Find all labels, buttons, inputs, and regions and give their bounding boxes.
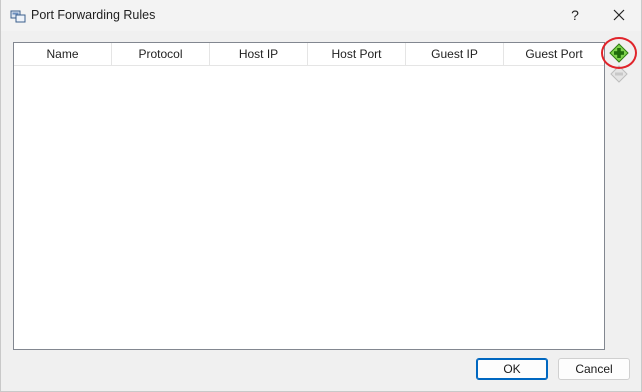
virtualbox-network-icon — [10, 10, 26, 23]
rules-table[interactable]: Name Protocol Host IP Host Port Guest IP… — [13, 42, 605, 350]
cancel-button[interactable]: Cancel — [558, 358, 630, 380]
table-header: Name Protocol Host IP Host Port Guest IP… — [14, 43, 604, 66]
column-header-host-port[interactable]: Host Port — [308, 43, 406, 65]
add-rule-button[interactable] — [608, 42, 630, 64]
column-header-guest-ip[interactable]: Guest IP — [406, 43, 504, 65]
column-header-protocol[interactable]: Protocol — [112, 43, 210, 65]
remove-rule-button[interactable] — [608, 63, 630, 85]
port-forwarding-dialog: Port Forwarding Rules ? Name Protocol Ho… — [0, 0, 642, 392]
column-header-guest-port[interactable]: Guest Port — [504, 43, 604, 65]
column-header-name[interactable]: Name — [14, 43, 112, 65]
ok-button[interactable]: OK — [476, 358, 548, 380]
close-icon — [613, 9, 625, 21]
close-button[interactable] — [600, 2, 638, 28]
help-button[interactable]: ? — [561, 2, 589, 28]
window-title: Port Forwarding Rules — [31, 8, 156, 22]
add-rule-icon — [609, 43, 629, 63]
remove-rule-icon — [610, 65, 628, 83]
title-bar: Port Forwarding Rules ? — [1, 0, 641, 31]
column-header-host-ip[interactable]: Host IP — [210, 43, 308, 65]
